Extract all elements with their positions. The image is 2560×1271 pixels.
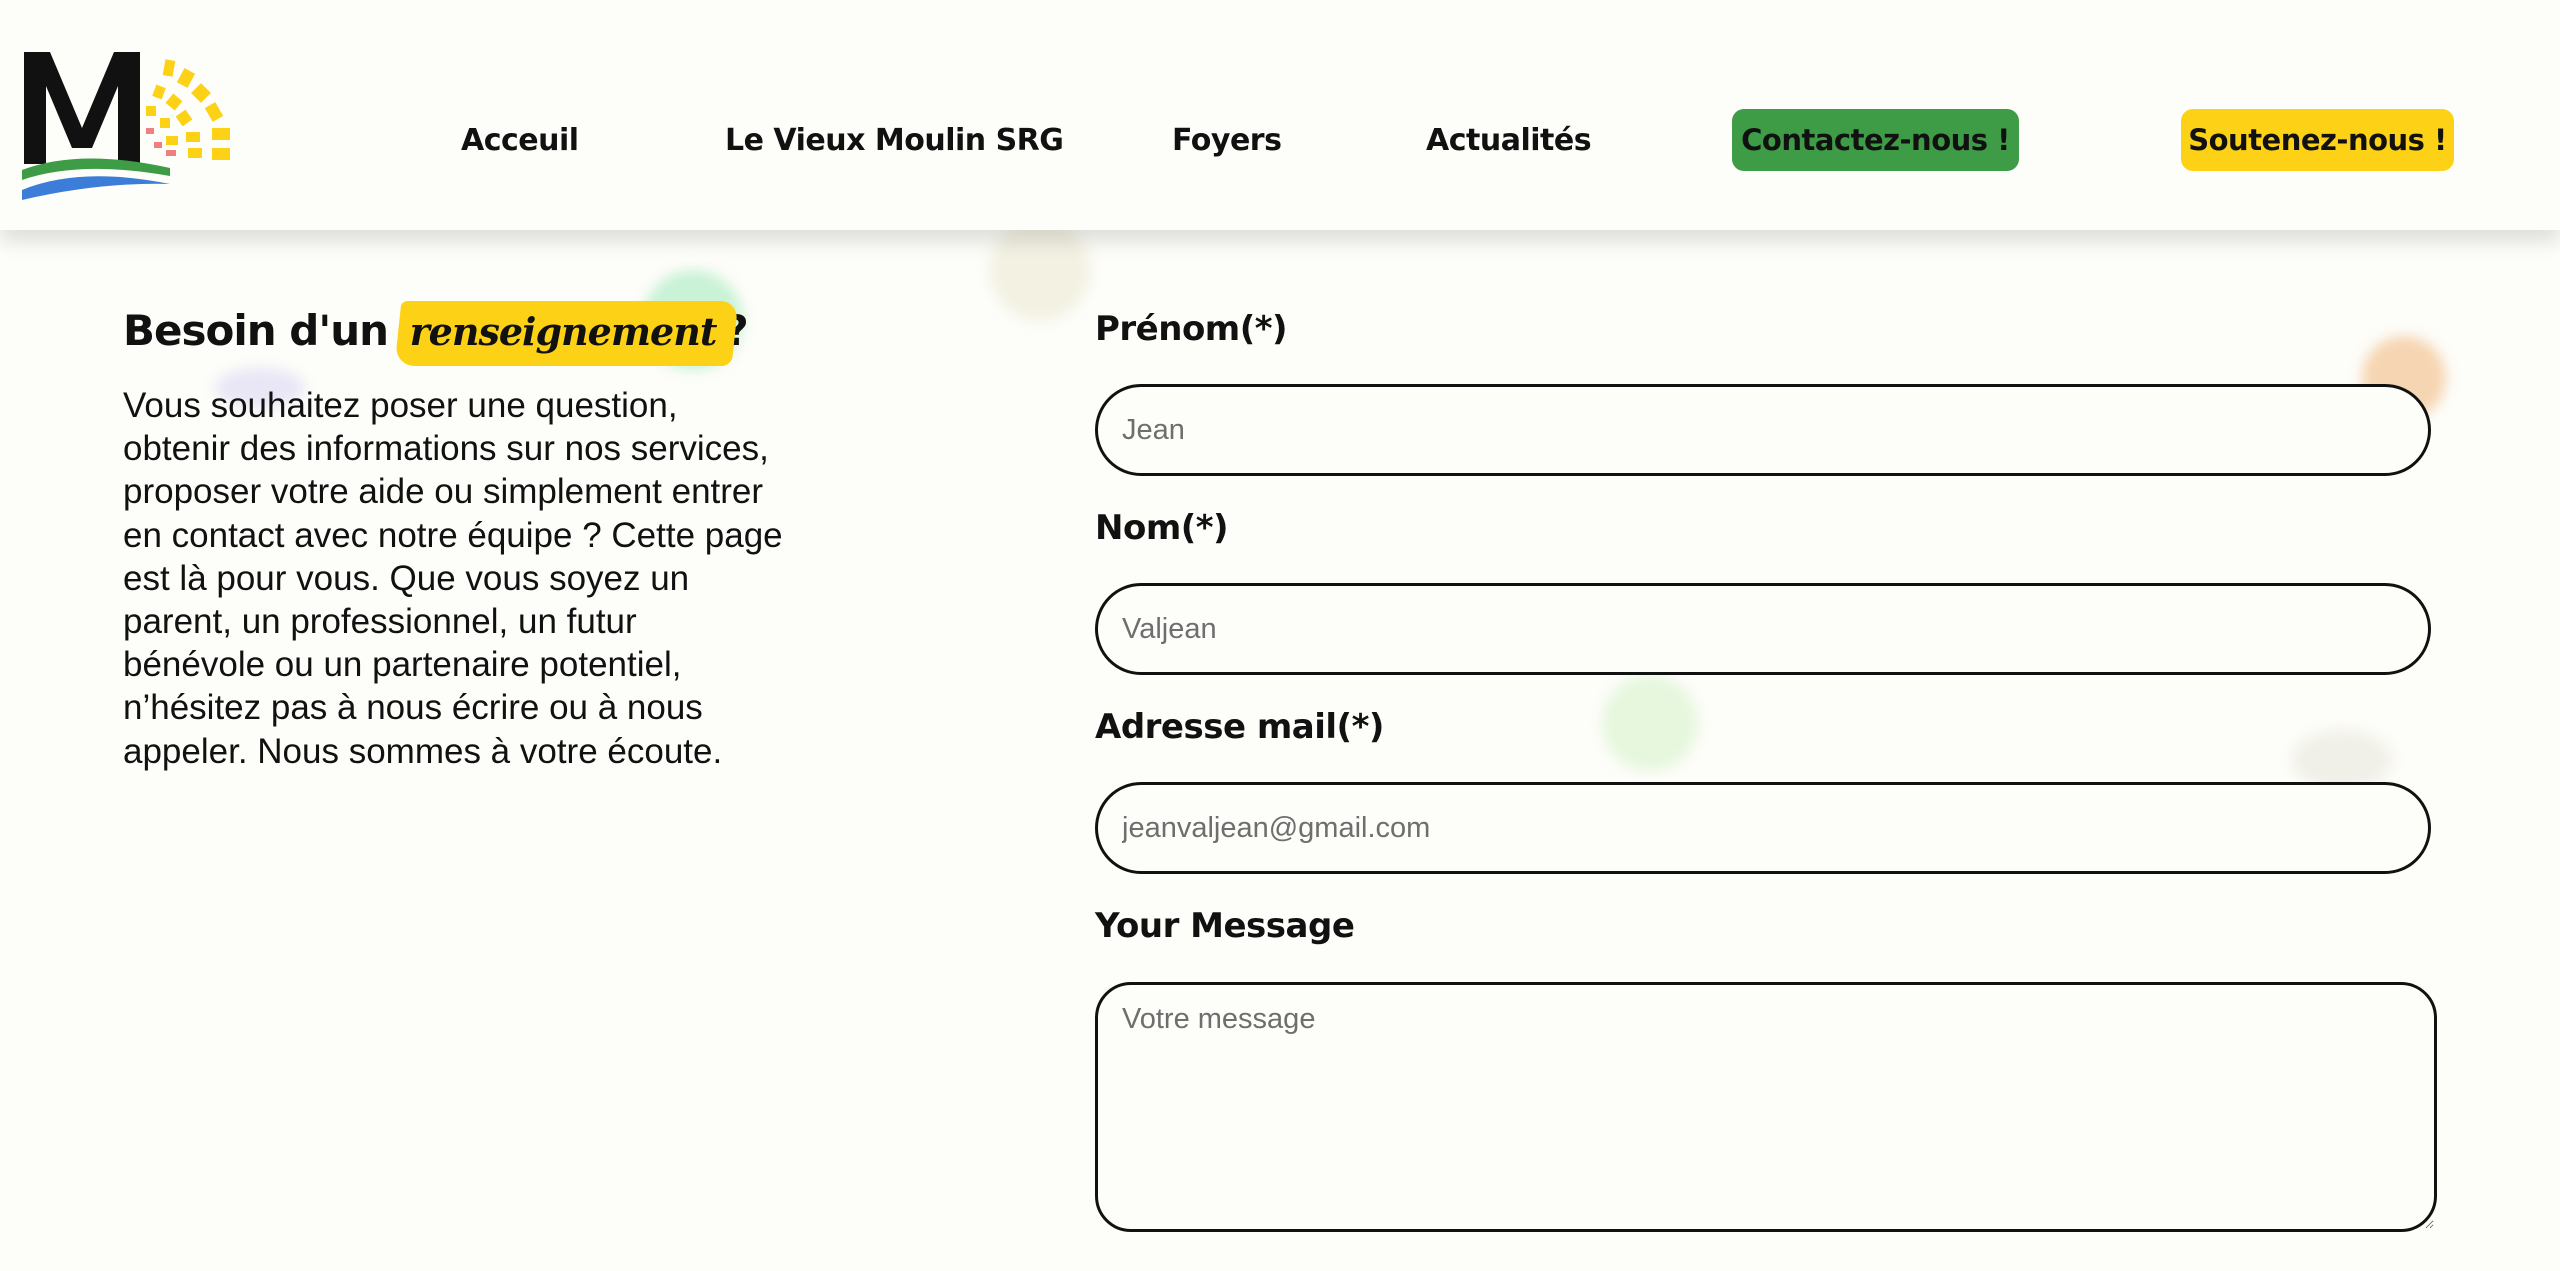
- nav-acceuil[interactable]: Acceuil: [461, 108, 579, 174]
- first-name-input[interactable]: [1095, 384, 2431, 476]
- decor-bubble-beige: [990, 220, 1090, 320]
- nav-le-vieux-moulin[interactable]: Le Vieux Moulin SRG: [725, 108, 1064, 174]
- nav-foyers[interactable]: Foyers: [1172, 108, 1282, 174]
- decor-bubble-pale: [2292, 730, 2392, 790]
- first-name-label: Prénom(*): [1095, 309, 1288, 349]
- nav-actualites[interactable]: Actualités: [1426, 108, 1592, 174]
- site-header: Acceuil Le Vieux Moulin SRG Foyers Actua…: [0, 0, 2560, 230]
- intro-paragraph: Vous souhaitez poser une question, obten…: [123, 386, 783, 771]
- last-name-input[interactable]: [1095, 583, 2431, 675]
- decor-bubble-light-green: [1602, 675, 1698, 771]
- email-input[interactable]: [1095, 782, 2431, 874]
- contact-page: Acceuil Le Vieux Moulin SRG Foyers Actua…: [0, 0, 2560, 1271]
- message-label: Your Message: [1095, 906, 1355, 946]
- site-logo[interactable]: [20, 44, 260, 210]
- page-title: Besoin d'un renseignement?: [123, 306, 749, 355]
- message-textarea[interactable]: [1095, 982, 2437, 1232]
- contact-button[interactable]: Contactez-nous !: [1732, 109, 2019, 171]
- last-name-label: Nom(*): [1095, 508, 1229, 548]
- email-label: Adresse mail(*): [1095, 707, 1384, 747]
- support-button[interactable]: Soutenez-nous !: [2181, 109, 2454, 171]
- title-highlight: renseignement: [402, 309, 725, 354]
- title-prefix: Besoin d'un: [123, 306, 389, 355]
